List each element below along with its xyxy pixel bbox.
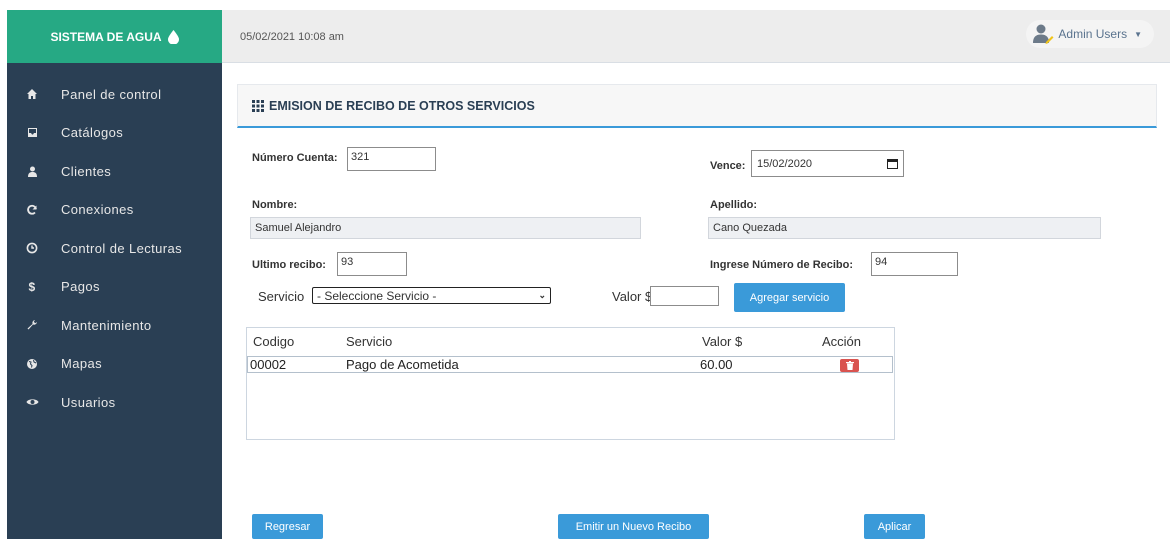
due-date-value: 15/02/2020 (757, 157, 813, 170)
apply-button[interactable]: Aplicar (864, 514, 925, 539)
top-navbar: 05/02/2021 10:08 am Admin Users ▼ (222, 10, 1170, 63)
sidebar-item-usuarios[interactable]: Usuarios (7, 383, 222, 422)
home-icon (25, 87, 39, 101)
user-avatar-icon (1033, 24, 1054, 44)
brand[interactable]: SISTEMA DE AGUA (7, 10, 222, 63)
service-select-value: - Seleccione Servicio - (317, 288, 437, 303)
cell-servicio: Pago de Acometida (346, 357, 459, 372)
service-label: Servicio (258, 289, 305, 304)
column-header-accion: Acción (822, 334, 862, 349)
cell-codigo: 00002 (250, 357, 287, 372)
service-select[interactable]: - Seleccione Servicio - ⌄ (312, 287, 551, 304)
services-table: Codigo Servicio Valor $ Acción 00002 Pag… (246, 327, 895, 440)
sidebar-item-catalogos[interactable]: Catálogos (7, 114, 222, 153)
name-field: Samuel Alejandro (250, 217, 641, 239)
sidebar-item-label: Clientes (61, 163, 112, 179)
sidebar-item-label: Mantenimiento (61, 317, 152, 333)
sidebar-item-label: Catálogos (61, 125, 124, 141)
page-title: EMISION DE RECIBO DE OTROS SERVICIOS (269, 98, 535, 113)
receipt-number-label: Ingrese Número de Recibo: (710, 259, 854, 271)
new-receipt-button[interactable]: Emitir un Nuevo Recibo (558, 514, 709, 539)
delete-row-button[interactable] (840, 359, 859, 372)
add-service-button[interactable]: Agregar servicio (734, 283, 845, 312)
last-receipt-label: Ultimo recibo: (252, 259, 326, 271)
table-row[interactable]: 00002 Pago de Acometida 60.00 (247, 356, 893, 373)
grid-icon (252, 99, 264, 112)
column-header-codigo: Codigo (253, 334, 295, 349)
globe-icon (25, 357, 39, 371)
eye-icon (25, 395, 39, 409)
account-number-input[interactable]: 321 (347, 147, 436, 171)
due-date-input[interactable]: 15/02/2020 (751, 150, 904, 177)
sidebar-item-conexiones[interactable]: Conexiones (7, 191, 222, 230)
sidebar-item-control-de-lecturas[interactable]: Control de Lecturas (7, 229, 222, 268)
inbox-icon (25, 126, 39, 140)
refresh-icon (25, 203, 39, 217)
user-name: Admin Users (1058, 27, 1128, 41)
table-header: Codigo Servicio Valor $ Acción (247, 328, 894, 356)
surname-label: Apellido: (710, 199, 758, 211)
sidebar-item-pagos[interactable]: $ Pagos (7, 268, 222, 307)
receipt-number-input[interactable]: 94 (871, 252, 958, 276)
last-receipt-input[interactable]: 93 (337, 252, 407, 276)
account-number-label: Número Cuenta: (252, 152, 338, 164)
sidebar-item-label: Conexiones (61, 202, 134, 218)
name-label: Nombre: (252, 199, 298, 211)
sidebar-menu: Panel de control Catálogos Clientes Cone… (7, 63, 222, 422)
water-drop-icon (167, 29, 179, 44)
sidebar-item-label: Control de Lecturas (61, 240, 183, 256)
sidebar-item-mapas[interactable]: Mapas (7, 345, 222, 384)
panel-heading: EMISION DE RECIBO DE OTROS SERVICIOS (237, 84, 1157, 128)
sidebar-item-label: Pagos (61, 279, 100, 295)
value-input[interactable] (650, 286, 719, 306)
column-header-valor: Valor $ (702, 334, 743, 349)
calendar-icon (887, 159, 898, 169)
sidebar-item-label: Panel de control (61, 86, 162, 102)
sidebar-item-clientes[interactable]: Clientes (7, 152, 222, 191)
user-menu[interactable]: Admin Users ▼ (1026, 20, 1154, 48)
sidebar-item-label: Usuarios (61, 394, 116, 410)
dollar-icon: $ (28, 279, 36, 294)
wrench-icon (25, 318, 39, 332)
brand-title: SISTEMA DE AGUA (50, 29, 162, 44)
clock-icon (25, 241, 39, 255)
cell-valor: 60.00 (700, 357, 733, 372)
sidebar-item-mantenimiento[interactable]: Mantenimiento (7, 306, 222, 345)
sidebar-item-label: Mapas (61, 356, 103, 372)
chevron-down-icon: ⌄ (538, 290, 546, 300)
due-date-label: Vence: (710, 160, 746, 172)
trash-icon (845, 361, 854, 370)
back-button[interactable]: Regresar (252, 514, 323, 539)
sidebar-item-panel-de-control[interactable]: Panel de control (7, 75, 222, 114)
surname-field: Cano Quezada (708, 217, 1101, 239)
sidebar: SISTEMA DE AGUA Panel de control Catálog… (7, 10, 222, 539)
chevron-down-icon: ▼ (1134, 29, 1142, 39)
column-header-servicio: Servicio (346, 334, 393, 349)
current-datetime: 05/02/2021 10:08 am (240, 31, 344, 43)
user-icon (25, 164, 39, 178)
